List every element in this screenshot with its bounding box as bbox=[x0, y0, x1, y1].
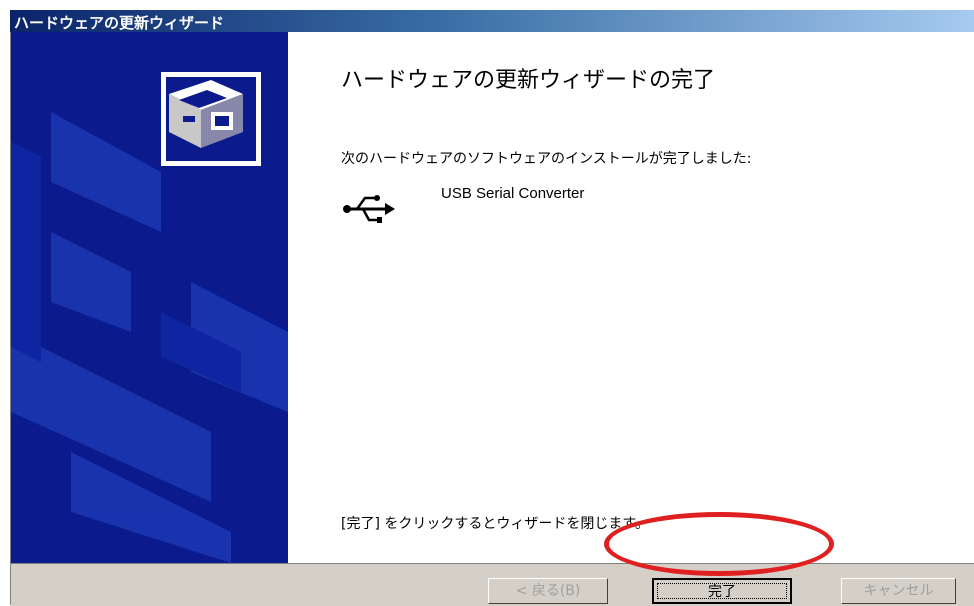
usb-icon bbox=[343, 195, 395, 223]
button-bar: < 戻る(B) 完了 キャンセル bbox=[11, 563, 974, 606]
device-entry: USB Serial Converter bbox=[341, 182, 741, 232]
close-hint: [完了] をクリックするとウィザードを閉じます。 bbox=[341, 516, 649, 532]
install-complete-message: 次のハードウェアのソフトウェアのインストールが完了しました: bbox=[341, 151, 752, 167]
finish-button[interactable]: 完了 bbox=[652, 578, 792, 604]
window-title: ハードウェアの更新ウィザード bbox=[14, 14, 225, 32]
wizard-heading: ハードウェアの更新ウィザードの完了 bbox=[341, 68, 716, 93]
back-button[interactable]: < 戻る(B) bbox=[488, 578, 608, 604]
hardware-wizard-icon bbox=[161, 72, 261, 166]
cancel-button[interactable]: キャンセル bbox=[841, 578, 956, 604]
focus-rectangle bbox=[657, 583, 787, 599]
wizard-window: ハードウェアの更新ウィザードの完了 次のハードウェアのソフトウェアのインストール… bbox=[10, 32, 974, 606]
title-bar[interactable]: ハードウェアの更新ウィザード bbox=[10, 10, 974, 32]
device-name: USB Serial Converter bbox=[441, 185, 585, 202]
wizard-banner bbox=[11, 32, 288, 563]
